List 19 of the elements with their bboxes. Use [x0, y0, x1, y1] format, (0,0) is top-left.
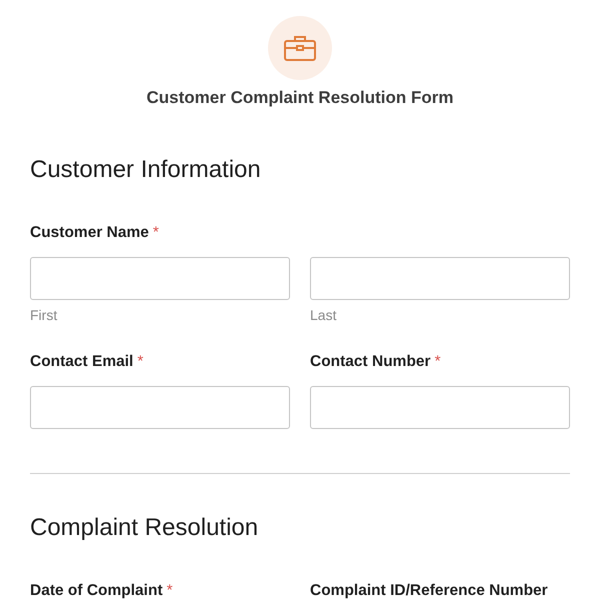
field-label: Complaint ID/Reference Number: [310, 582, 548, 599]
field-label: Contact Number: [310, 353, 431, 370]
field-sublabel: First: [30, 307, 58, 323]
field-sublabel: Last: [310, 307, 338, 323]
field-label: Contact Email: [30, 353, 134, 370]
required-mark: *: [152, 224, 159, 241]
field-label: Date of Complaint: [30, 582, 163, 599]
section-heading: Customer Information: [30, 156, 262, 184]
briefcase-icon: [284, 35, 316, 61]
input-field[interactable]: [30, 386, 290, 429]
input-field[interactable]: [310, 386, 570, 429]
field-label: Customer Name: [30, 224, 149, 241]
form-title: Customer Complaint Resolution Form: [146, 88, 454, 108]
input-field[interactable]: [30, 257, 290, 300]
required-mark: *: [166, 582, 173, 599]
input-field[interactable]: [310, 257, 570, 300]
required-mark: *: [137, 353, 144, 370]
section-heading: Complaint Resolution: [30, 514, 260, 542]
required-mark: *: [434, 353, 441, 370]
